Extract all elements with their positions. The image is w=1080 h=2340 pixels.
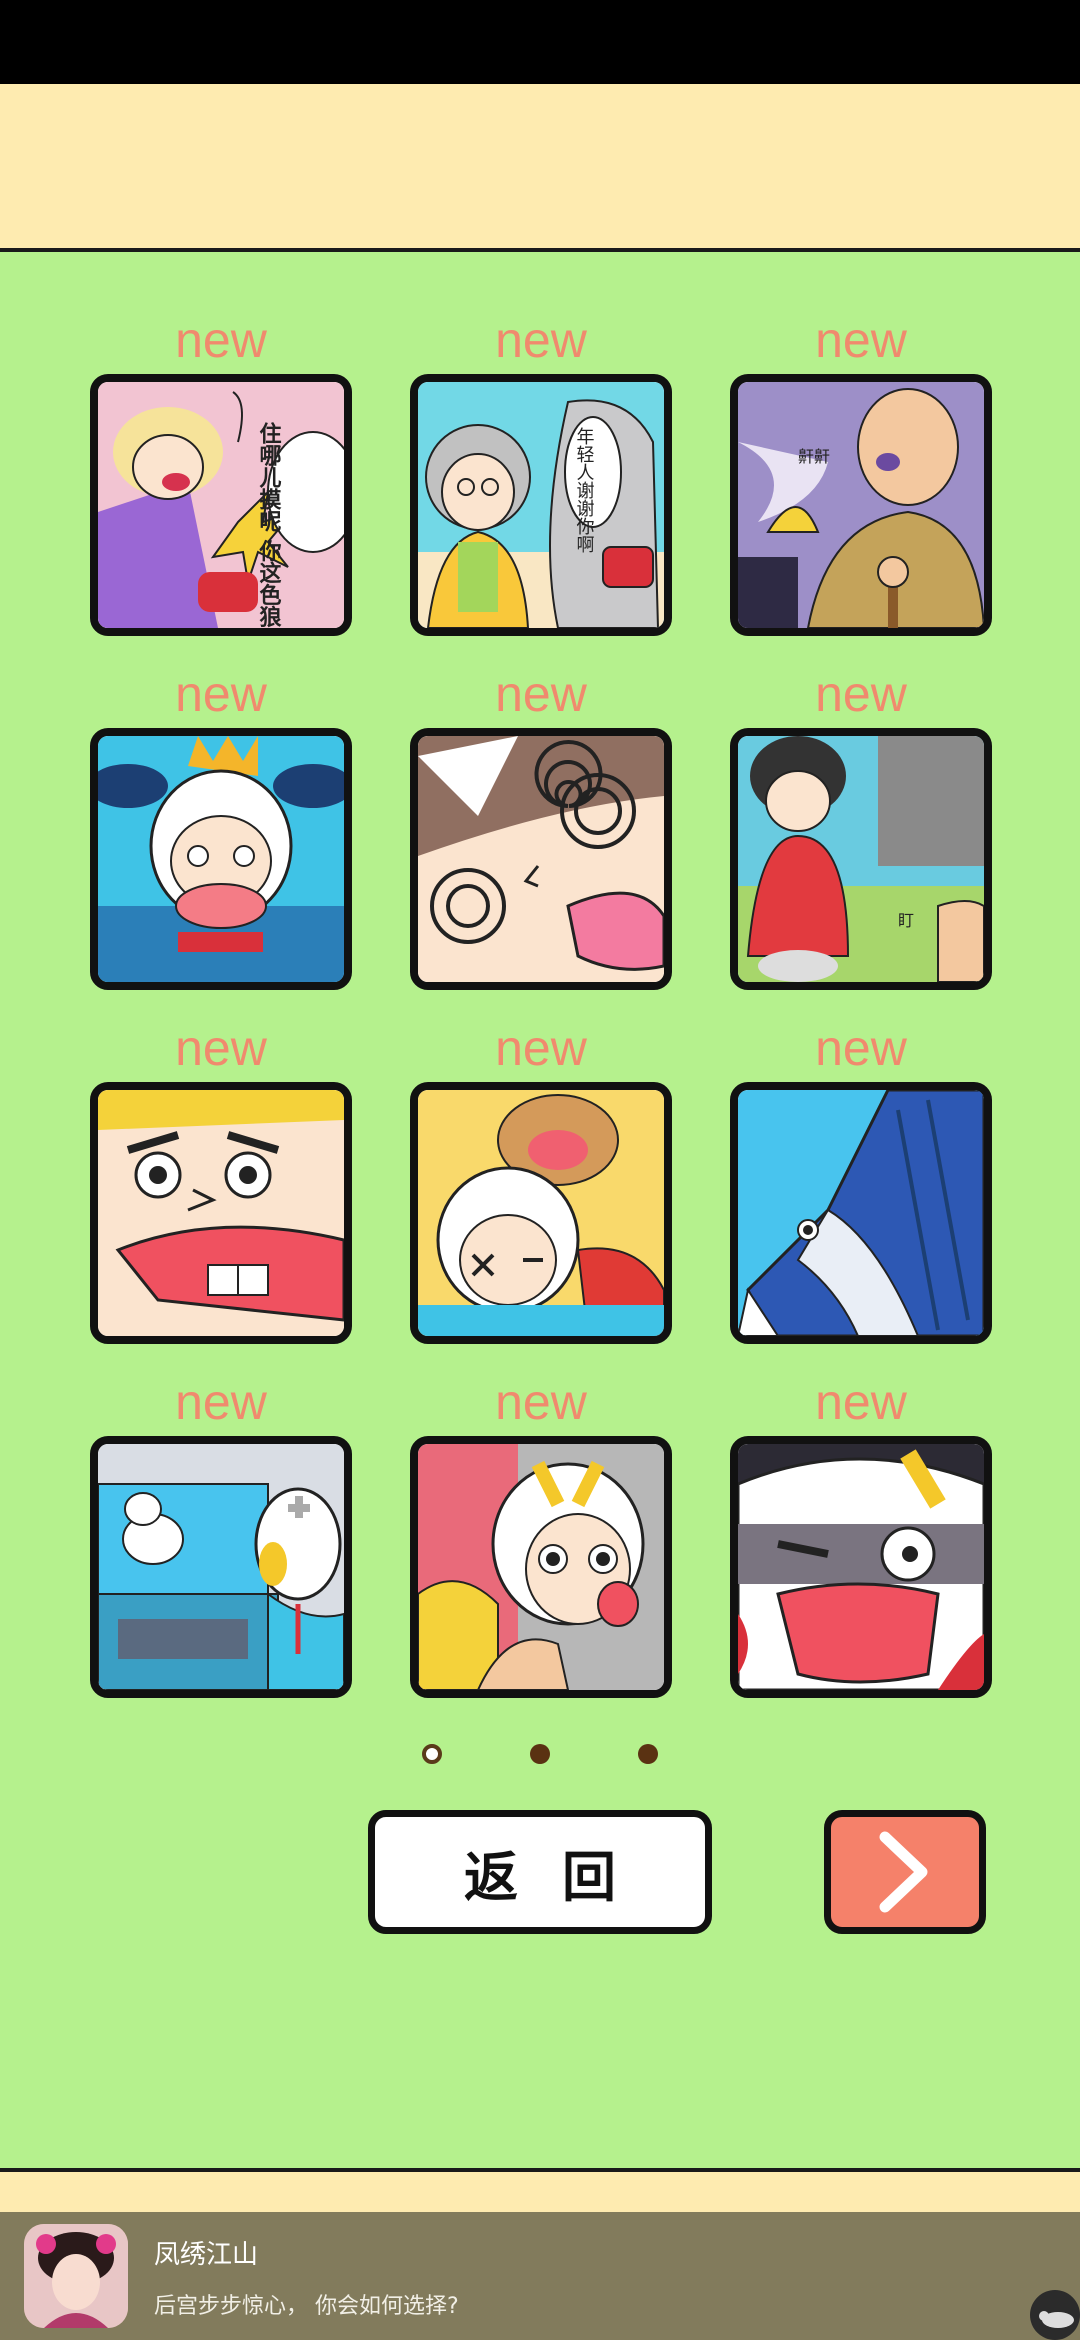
new-badge: new bbox=[175, 1374, 267, 1430]
stare-text: 盯 bbox=[898, 911, 914, 930]
cat-car-illustration bbox=[98, 1444, 344, 1690]
level-cell: new bbox=[90, 664, 352, 990]
speech-bubble-text: 住哪儿摸呢 你这色狼! bbox=[256, 421, 283, 628]
new-badge: new bbox=[815, 666, 907, 722]
page-dot-2[interactable] bbox=[530, 1744, 550, 1764]
ad-provider-icon bbox=[1030, 2290, 1080, 2340]
dizzy-face-illustration bbox=[418, 736, 664, 982]
top-banner bbox=[0, 84, 1080, 252]
level-thumbnail[interactable] bbox=[730, 1082, 992, 1344]
old-man-illustration: 鼾鼾 bbox=[738, 382, 984, 628]
kimono-lady-illustration: 盯 bbox=[738, 736, 984, 982]
status-bar bbox=[0, 0, 1080, 84]
level-cell: new bbox=[730, 1018, 992, 1344]
new-badge: new bbox=[175, 312, 267, 368]
page-dot-3[interactable] bbox=[638, 1744, 658, 1764]
swordfish-illustration bbox=[738, 1090, 984, 1336]
new-badge: new bbox=[815, 312, 907, 368]
level-thumbnail[interactable] bbox=[90, 1436, 352, 1698]
new-badge: new bbox=[495, 666, 587, 722]
speech-bubble-text: 年轻人谢谢你啊 bbox=[574, 427, 595, 553]
new-badge: new bbox=[175, 1020, 267, 1076]
level-cell: new 鼾鼾 bbox=[730, 310, 992, 636]
level-thumbnail[interactable]: 鼾鼾 bbox=[730, 374, 992, 636]
level-thumbnail[interactable] bbox=[90, 1082, 352, 1344]
chevron-right-icon bbox=[879, 1831, 928, 1913]
page-indicator bbox=[0, 1744, 1080, 1768]
level-thumbnail[interactable]: 住哪儿摸呢 你这色狼! bbox=[90, 374, 352, 636]
level-cell: new bbox=[410, 1372, 672, 1698]
level-cell: new 住哪儿摸呢 你这色狼! bbox=[90, 310, 352, 636]
ad-banner[interactable]: 凤绣江山 后宫步步惊心， 你会如何选择? bbox=[0, 2212, 1080, 2340]
level-cell: new bbox=[410, 664, 672, 990]
level-cell: new bbox=[410, 1018, 672, 1344]
level-cell: new bbox=[730, 1372, 992, 1698]
level-thumbnail[interactable] bbox=[410, 1436, 672, 1698]
ad-title: 凤绣江山 bbox=[154, 2240, 259, 2270]
level-cell: new 盯 bbox=[730, 664, 992, 990]
new-badge: new bbox=[495, 312, 587, 368]
level-cell: new 年轻人谢谢你啊 bbox=[410, 310, 672, 636]
ad-app-icon[interactable] bbox=[24, 2224, 128, 2328]
ad-description: 后宫步步惊心， 你会如何选择? bbox=[154, 2294, 459, 2319]
new-badge: new bbox=[815, 1020, 907, 1076]
back-button-label: 返回 bbox=[464, 1845, 660, 1909]
level-thumbnail[interactable]: 盯 bbox=[730, 728, 992, 990]
snore-text: 鼾鼾 bbox=[798, 447, 830, 466]
new-badge: new bbox=[495, 1020, 587, 1076]
next-page-button[interactable] bbox=[824, 1810, 986, 1934]
level-thumbnail[interactable] bbox=[410, 728, 672, 990]
page-dot-1[interactable] bbox=[422, 1744, 442, 1764]
police-rider-illustration bbox=[98, 736, 344, 982]
dancer-slap-illustration: 住哪儿摸呢 你这色狼! bbox=[98, 382, 344, 628]
level-thumbnail[interactable] bbox=[730, 1436, 992, 1698]
shocked-rider-illustration bbox=[738, 1444, 984, 1690]
back-button[interactable]: 返回 bbox=[368, 1810, 712, 1934]
crowd-rider-illustration bbox=[418, 1444, 664, 1690]
monkey-rider-illustration bbox=[418, 1090, 664, 1336]
level-cell: new bbox=[90, 1018, 352, 1344]
angry-face-illustration bbox=[98, 1090, 344, 1336]
new-badge: new bbox=[175, 666, 267, 722]
new-badge: new bbox=[495, 1374, 587, 1430]
level-thumbnail[interactable] bbox=[90, 728, 352, 990]
level-thumbnail[interactable]: 年轻人谢谢你啊 bbox=[410, 374, 672, 636]
grandma-bus-illustration: 年轻人谢谢你啊 bbox=[418, 382, 664, 628]
new-badge: new bbox=[815, 1374, 907, 1430]
bottom-strip bbox=[0, 2168, 1080, 2214]
level-cell: new bbox=[90, 1372, 352, 1698]
level-thumbnail[interactable] bbox=[410, 1082, 672, 1344]
